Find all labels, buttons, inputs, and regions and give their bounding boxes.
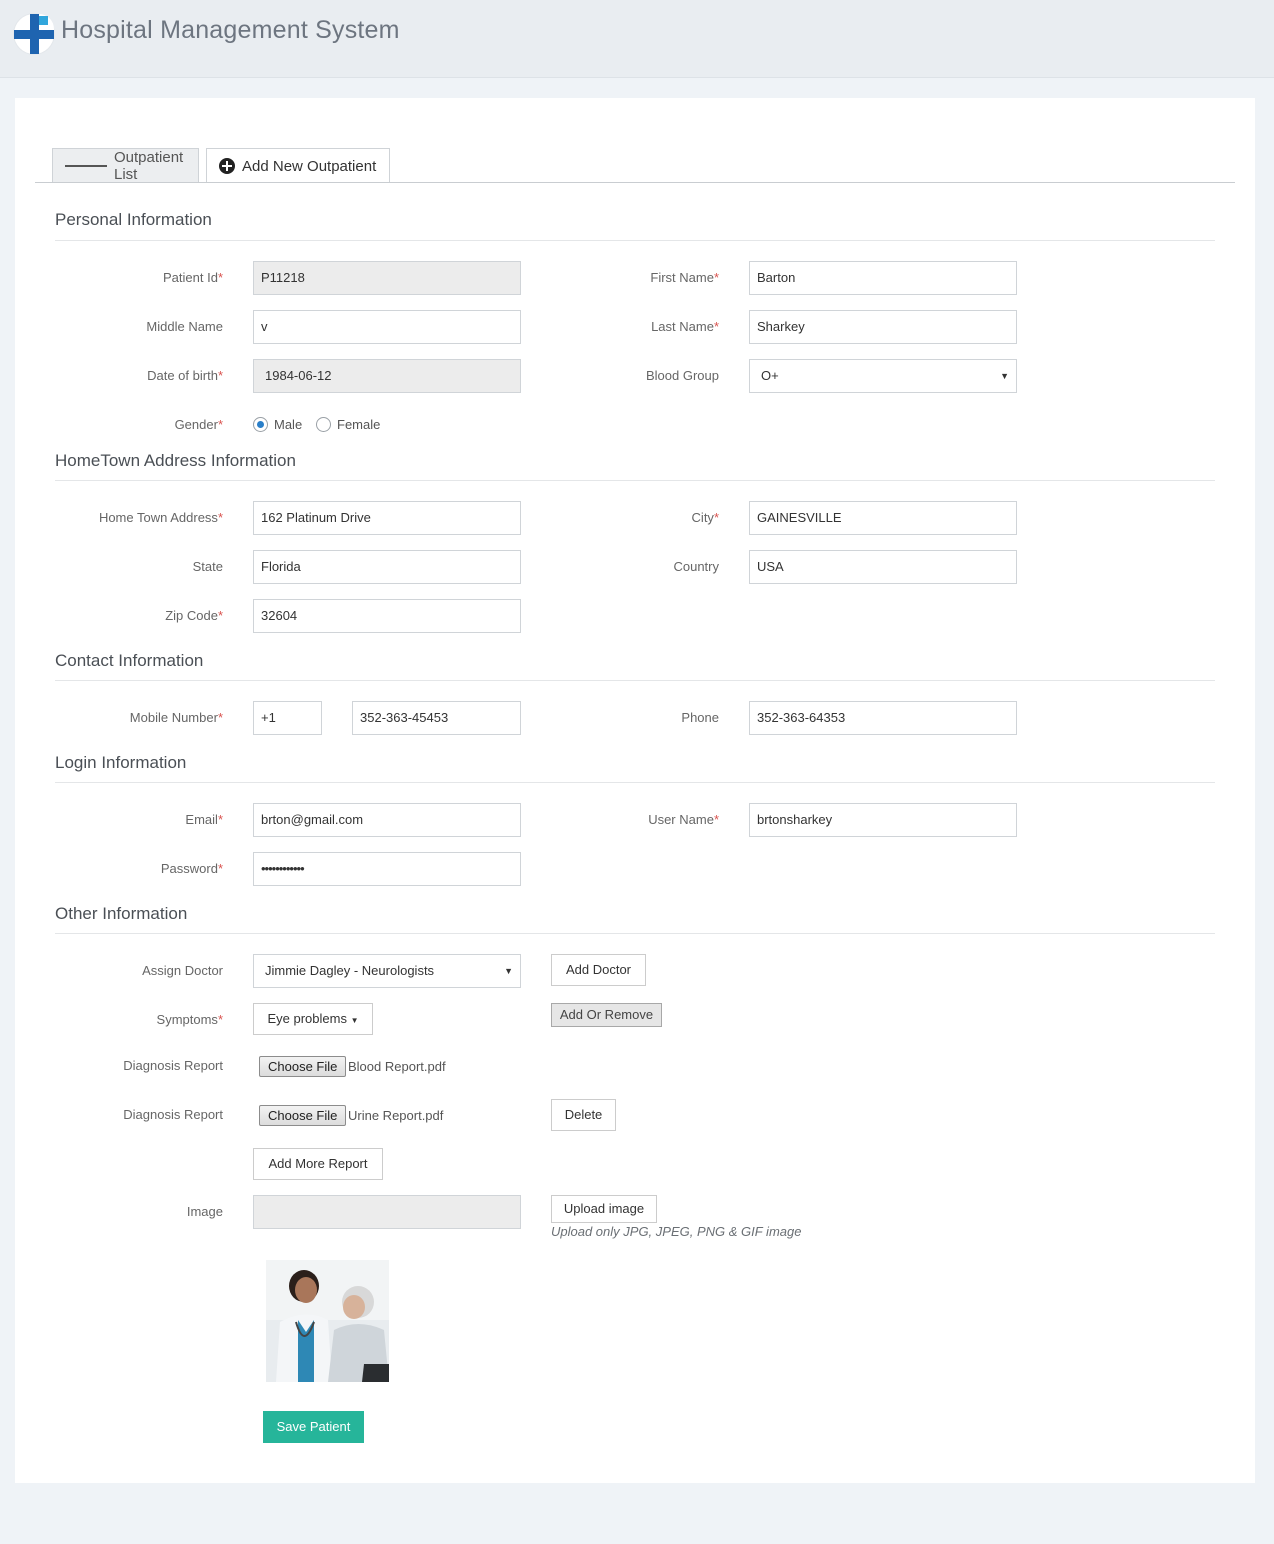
choose-file-button[interactable]: Choose File [259, 1105, 347, 1126]
password-label: Password* [160, 861, 223, 876]
radio-selected-icon [253, 417, 268, 432]
diagnosis-report-label: Diagnosis Report [123, 1058, 223, 1073]
assign-doctor-select[interactable]: Jimmie Dagley - Neurologists ▼ [253, 954, 521, 988]
username-label: User Name* [648, 812, 719, 827]
upload-image-button[interactable]: Upload image [551, 1195, 657, 1223]
choose-file-button[interactable]: Choose File [259, 1056, 347, 1077]
radio-label: Female [337, 417, 381, 432]
radio-label: Male [274, 417, 303, 432]
state-label: State [192, 559, 223, 574]
gender-radio-female[interactable]: Female [316, 417, 380, 432]
state-field[interactable]: Florida [253, 550, 521, 584]
tab-label: Add New Outpatient [242, 157, 377, 175]
section-divider [55, 240, 1215, 241]
zip-label: Zip Code* [165, 608, 223, 623]
patient-photo-image [266, 1260, 389, 1382]
username-field[interactable]: brtonsharkey [749, 803, 1017, 837]
email-field[interactable]: brton@gmail.com [253, 803, 521, 837]
section-title-hometown: HomeTown Address Information [55, 451, 296, 470]
mobile-field[interactable]: 352-363-45453 [352, 701, 521, 735]
address-field[interactable]: 162 Platinum Drive [253, 501, 521, 535]
mobile-label: Mobile Number* [129, 710, 223, 725]
section-title-login: Login Information [55, 753, 187, 772]
tab-add-new-outpatient[interactable]: Add New Outpatient [206, 148, 390, 183]
add-doctor-button[interactable]: Add Doctor [551, 954, 646, 986]
section-divider [55, 680, 1215, 681]
zip-field[interactable]: 32604 [253, 599, 521, 633]
last-name-label: Last Name* [651, 319, 719, 334]
country-field[interactable]: USA [749, 550, 1017, 584]
patient-id-label: Patient Id* [163, 270, 223, 285]
middle-name-label: Middle Name [146, 319, 223, 334]
section-divider [55, 782, 1215, 783]
delete-report-button[interactable]: Delete [551, 1099, 616, 1131]
first-name-field[interactable]: Barton [749, 261, 1017, 295]
main-card [15, 98, 1255, 1483]
city-field[interactable]: GAINESVILLE [749, 501, 1017, 535]
caret-down-icon: ▼ [504, 966, 513, 976]
section-title-other: Other Information [55, 904, 188, 923]
file-name: Blood Report.pdf [348, 1059, 446, 1074]
assign-doctor-label: Assign Doctor [142, 963, 223, 978]
assign-doctor-value: Jimmie Dagley - Neurologists [265, 963, 435, 978]
first-name-label: First Name* [650, 270, 719, 285]
blood-group-label: Blood Group [646, 368, 719, 383]
country-label: Country [673, 559, 719, 574]
address-label: Home Town Address* [98, 510, 223, 525]
gender-radio-male[interactable]: Male [253, 417, 302, 432]
email-label: Email* [185, 812, 223, 827]
country-code-field[interactable]: +1 [253, 701, 322, 735]
dob-label: Date of birth* [147, 368, 223, 383]
add-more-report-button[interactable]: Add More Report [253, 1148, 383, 1180]
dob-field[interactable]: 1984-06-12 [253, 359, 521, 393]
add-or-remove-button[interactable]: Add Or Remove [551, 1003, 662, 1027]
file-name: Urine Report.pdf [348, 1108, 444, 1123]
patient-photo [266, 1260, 389, 1382]
symptoms-label: Symptoms* [156, 1012, 223, 1027]
blood-group-value: O+ [761, 368, 779, 383]
symptoms-dropdown[interactable]: Eye problems ▼ [253, 1003, 373, 1035]
plus-circle-icon [219, 158, 235, 174]
app-header: Hospital Management System [0, 0, 1274, 78]
app-title: Hospital Management System [61, 16, 400, 44]
tab-label: Outpatient List [114, 149, 184, 183]
caret-down-icon: ▼ [1000, 371, 1009, 381]
phone-label: Phone [681, 710, 719, 725]
hospital-logo-icon [14, 14, 54, 54]
tabs-divider [35, 182, 1235, 183]
list-icon [65, 163, 107, 169]
patient-id-field[interactable]: P11218 [253, 261, 521, 295]
caret-down-icon: ▼ [350, 1016, 359, 1025]
section-title-contact: Contact Information [55, 651, 204, 670]
city-label: City* [691, 510, 719, 525]
blood-group-select[interactable]: O+ ▼ [749, 359, 1017, 393]
password-field[interactable]: •••••••••••• [253, 852, 521, 886]
diagnosis-report-label: Diagnosis Report [123, 1107, 223, 1122]
section-divider [55, 933, 1215, 934]
phone-field[interactable]: 352-363-64353 [749, 701, 1017, 735]
save-patient-button[interactable]: Save Patient [263, 1411, 364, 1443]
image-path-field[interactable] [253, 1195, 521, 1229]
section-title-personal: Personal Information [55, 210, 212, 229]
symptoms-value: Eye problems [267, 1011, 347, 1026]
image-label: Image [186, 1204, 223, 1219]
gender-label: Gender* [174, 417, 223, 432]
upload-hint: Upload only JPG, JPEG, PNG & GIF image [551, 1224, 802, 1239]
radio-unselected-icon [316, 417, 331, 432]
last-name-field[interactable]: Sharkey [749, 310, 1017, 344]
middle-name-field[interactable]: v [253, 310, 521, 344]
tab-outpatient-list[interactable]: Outpatient List [52, 148, 199, 183]
section-divider [55, 480, 1215, 481]
